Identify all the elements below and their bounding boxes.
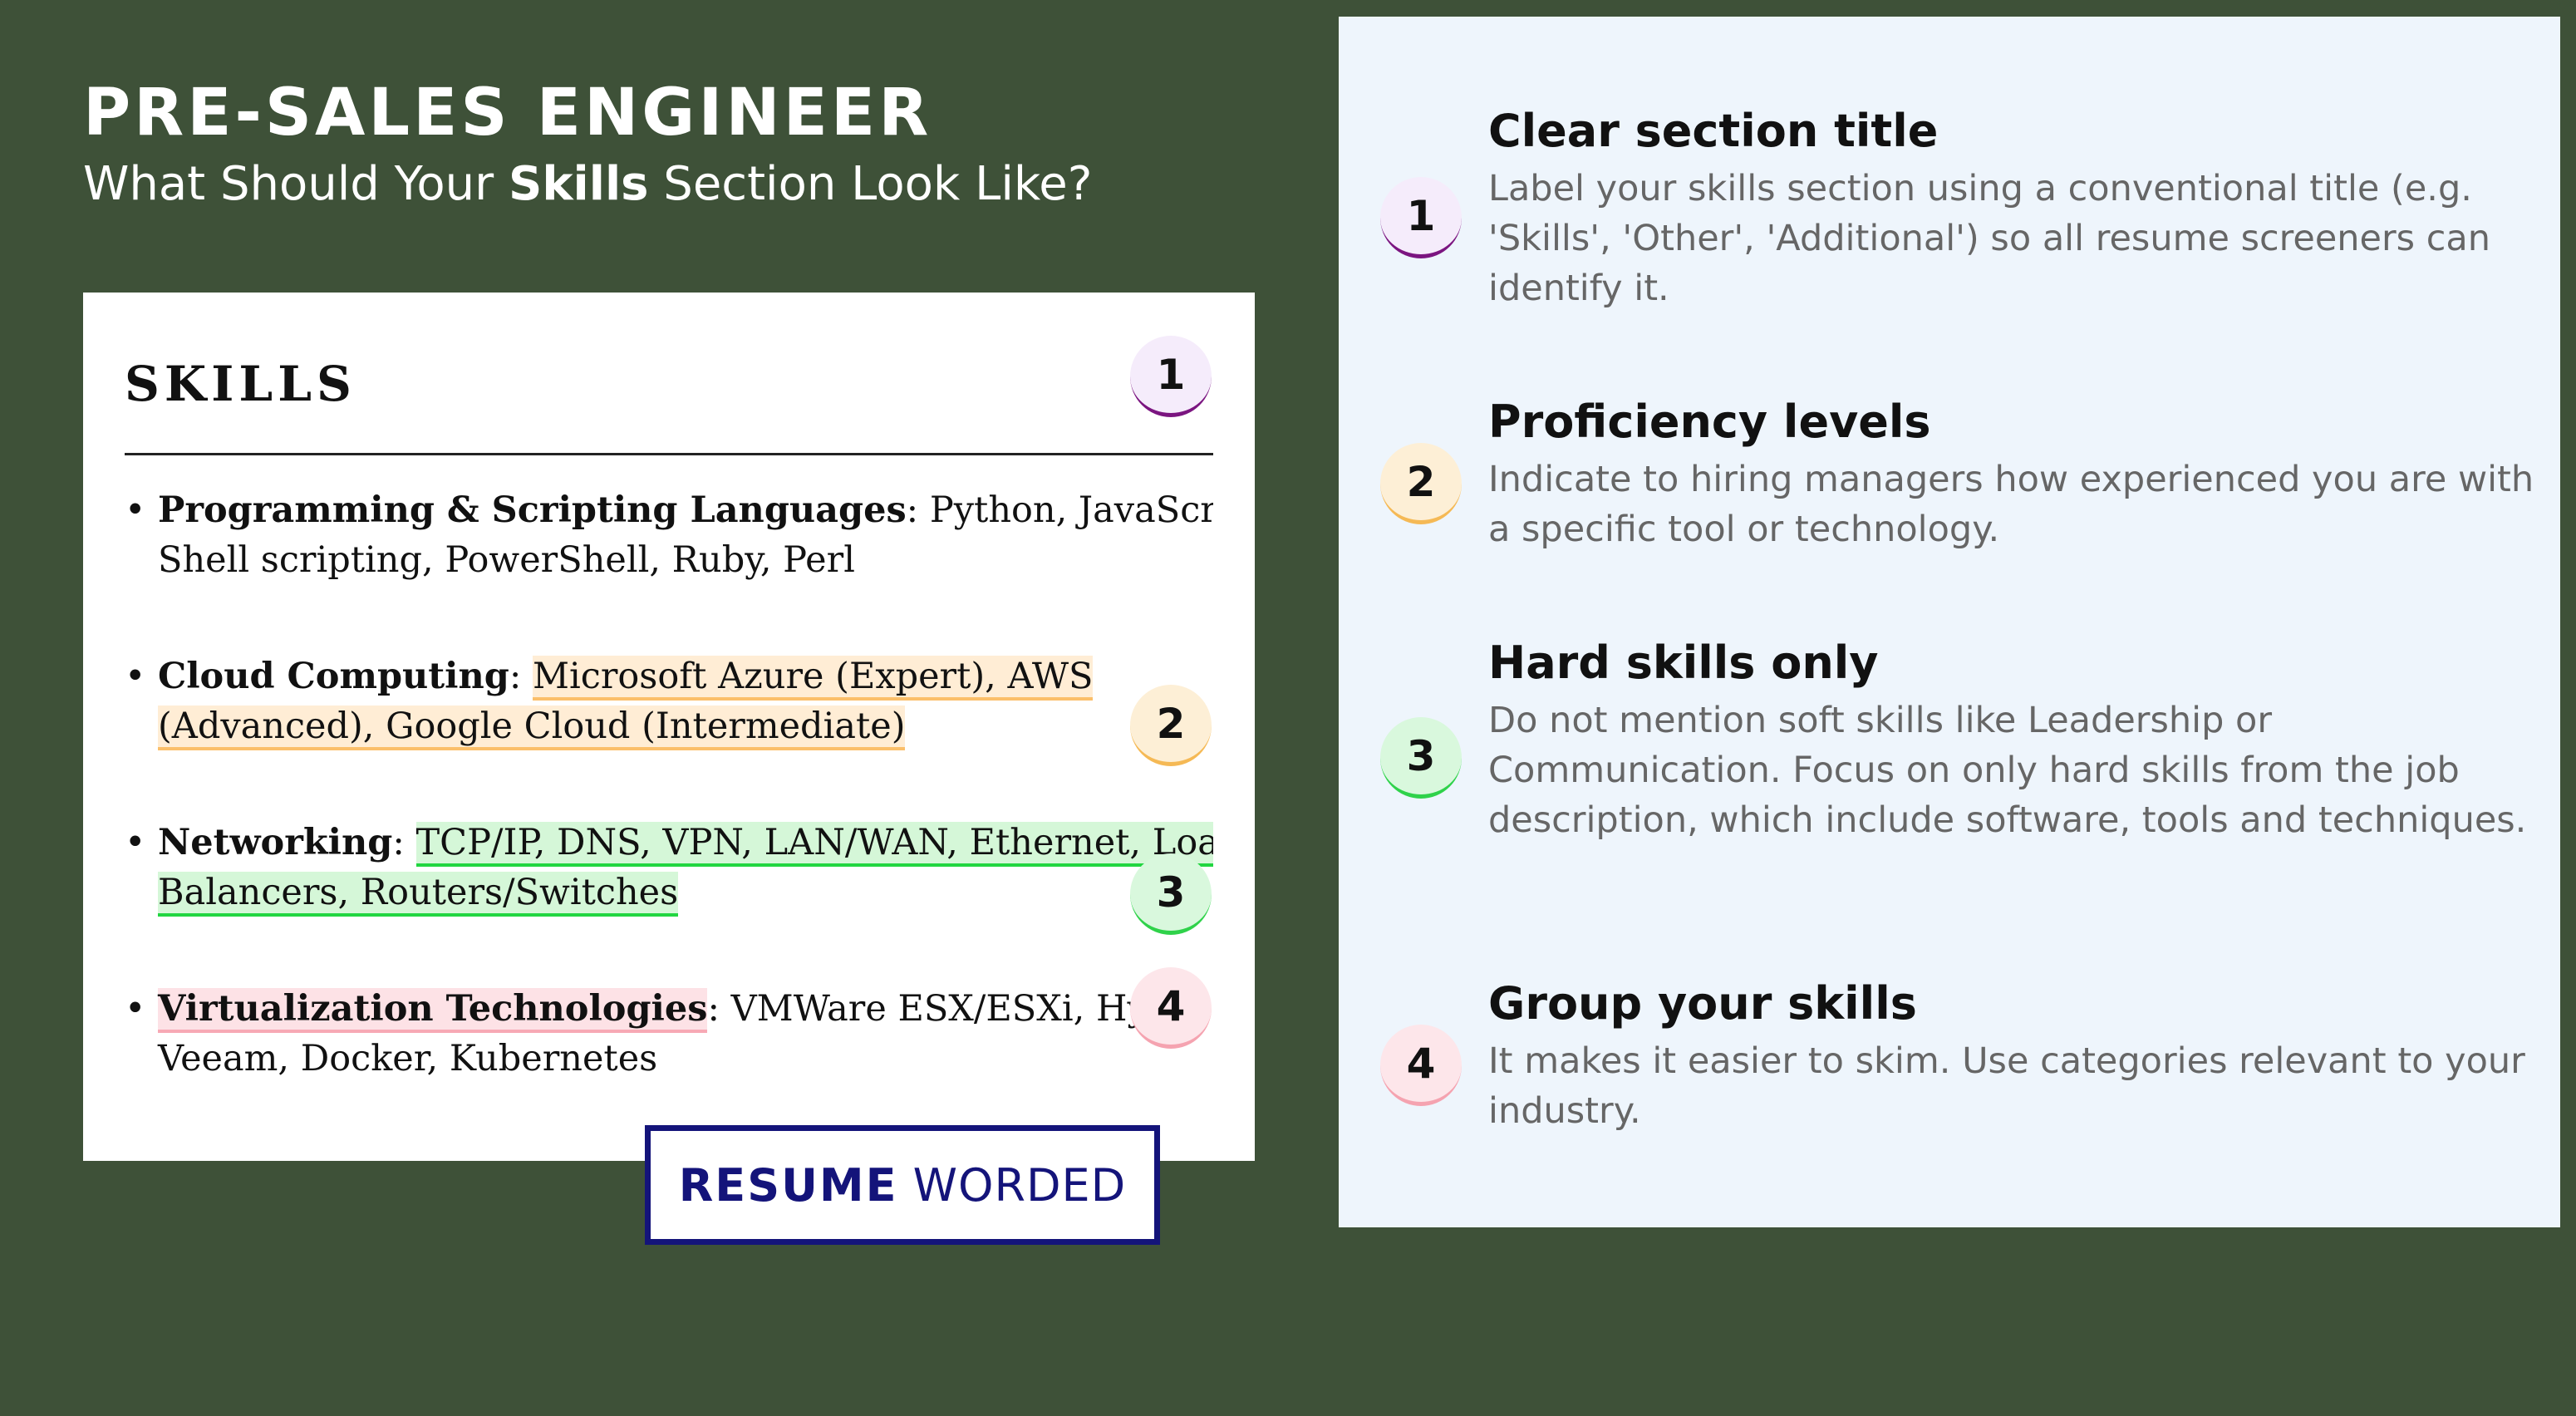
skill-separator: : [392,822,416,863]
number-badge-2: 2 [1130,685,1212,766]
tip-description: Do not mention soft skills like Leadersh… [1488,700,2527,841]
skill-item-cloud: Cloud Computing: Microsoft Azure (Expert… [125,651,1213,751]
header: PRE-SALES ENGINEER What Should Your Skil… [83,73,1092,216]
tip-title: Group your skills [1488,977,1917,1030]
proficiency-highlight: Microsoft Azure (Expert), AWS [532,656,1094,701]
tip-description: It makes it easier to skim. Use categori… [1488,1040,2525,1132]
skill-category: Networking [158,822,393,863]
skills-section-heading: SKILLS [125,356,356,412]
skill-separator: : [707,988,731,1030]
subtitle-end: Section Look Like? [648,157,1093,211]
skill-list: Programming & Scripting Languages: Pytho… [125,485,1213,1150]
tip-number-badge-3: 3 [1380,717,1462,799]
number-badge-4: 4 [1130,967,1212,1049]
hard-skills-highlight: TCP/IP, DNS, VPN, LAN/WAN, Ethernet, Loa… [415,822,1213,867]
skill-separator: : [509,656,533,697]
skill-item-networking: Networking: TCP/IP, DNS, VPN, LAN/WAN, E… [125,818,1213,917]
tip-number-badge-4: 4 [1380,1025,1462,1106]
number-badge-3: 3 [1130,853,1212,935]
section-divider [125,453,1213,455]
skill-item-programming: Programming & Scripting Languages: Pytho… [125,485,1213,585]
skill-item-virtualization: Virtualization Technologies: VMWare ESX/… [125,984,1213,1084]
skill-values-cont: Veeam, Docker, Kubernetes [158,1038,658,1079]
skill-values: Python, JavaScript, [929,489,1213,531]
resume-skills-card: SKILLS Programming & Scripting Languages… [83,293,1255,1161]
job-title: PRE-SALES ENGINEER [83,76,932,150]
group-category-highlight: Virtualization Technologies [158,988,708,1033]
tip-description: Label your skills section using a conven… [1488,168,2490,309]
logo-text-light: WORDED [912,1158,1127,1212]
skill-category: Cloud Computing [158,656,509,697]
skill-category: Programming & Scripting Languages [158,489,907,531]
tip-title: Proficiency levels [1488,396,1931,448]
subtitle: What Should Your Skills Section Look Lik… [83,153,1092,216]
resume-worded-logo: RESUME WORDED [645,1125,1160,1245]
subtitle-emphasis: Skills [508,157,649,211]
number-badge-1: 1 [1130,336,1212,417]
skill-separator: : [906,489,930,531]
tip-number-badge-2: 2 [1380,443,1462,524]
tips-panel: 1 Clear section title Label your skills … [1339,17,2560,1227]
logo-text-bold: RESUME [678,1158,898,1212]
hard-skills-highlight-cont: Balancers, Routers/Switches [158,872,679,917]
tip-title: Clear section title [1488,105,1939,157]
tip-description: Indicate to hiring managers how experien… [1488,459,2534,550]
tip-title: Hard skills only [1488,637,1879,689]
proficiency-highlight-cont: (Advanced), Google Cloud (Intermediate) [158,706,906,750]
subtitle-start: What Should Your [83,157,509,211]
tip-number-badge-1: 1 [1380,177,1462,258]
skill-values-cont: Shell scripting, PowerShell, Ruby, Perl [158,539,855,581]
